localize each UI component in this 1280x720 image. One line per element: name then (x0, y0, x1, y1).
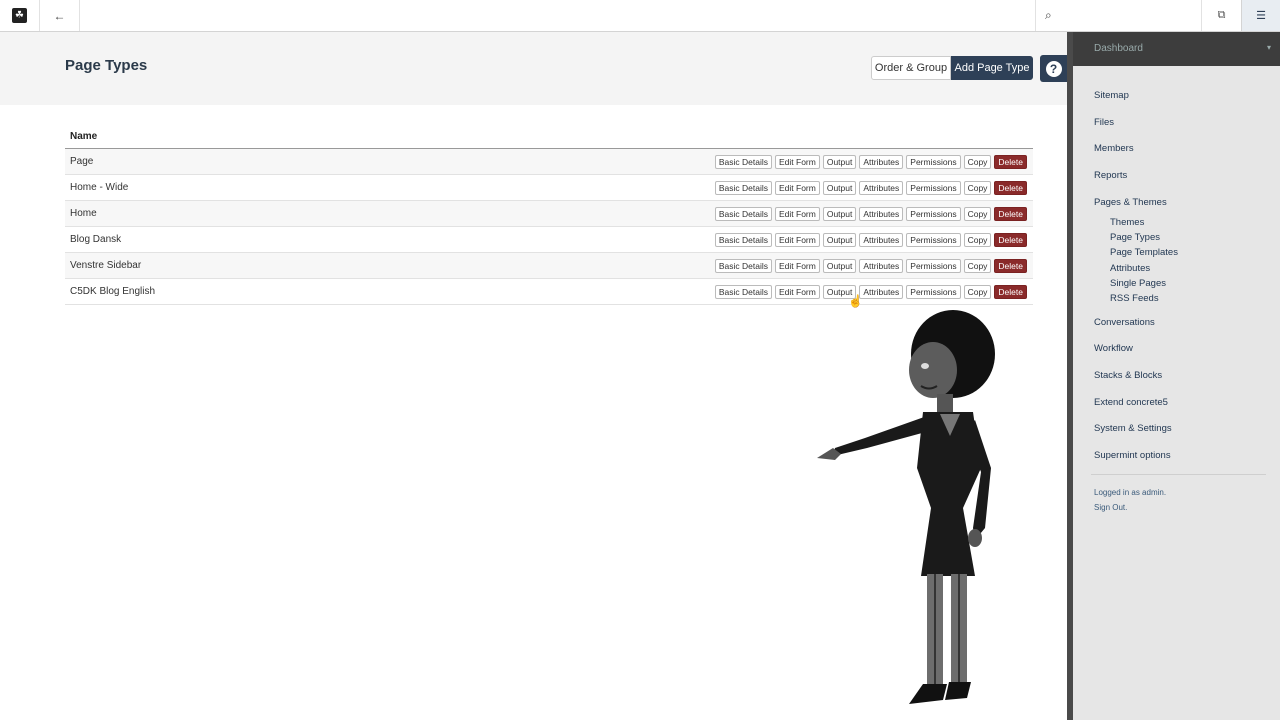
nav-sitemap[interactable]: Sitemap (1094, 90, 1129, 101)
concrete5-logo-button[interactable]: ☘ (0, 0, 40, 31)
nav-files[interactable]: Files (1094, 117, 1114, 128)
edit-form-button[interactable]: Edit Form (775, 181, 820, 195)
table-header: Name (65, 128, 1033, 149)
copy-icon: ⧉ (1217, 9, 1226, 21)
copy-button[interactable]: Copy (963, 233, 992, 247)
nav-stacks-blocks[interactable]: Stacks & Blocks (1094, 370, 1162, 381)
output-button[interactable]: Output (822, 207, 857, 221)
help-button[interactable]: ? (1040, 55, 1067, 82)
output-button[interactable]: Output (822, 155, 857, 169)
attributes-button[interactable]: Attributes (859, 233, 904, 247)
cartoon-presenter-figure (817, 310, 995, 704)
nav-supermint-options[interactable]: Supermint options (1094, 450, 1171, 461)
arrow-left-icon: ← (53, 8, 66, 23)
row-name: Home (70, 208, 97, 219)
edit-form-button[interactable]: Edit Form (775, 207, 820, 221)
search-input[interactable] (1057, 4, 1192, 27)
column-name-header: Name (70, 131, 98, 142)
edit-form-button[interactable]: Edit Form (775, 259, 820, 273)
nav-system-settings[interactable]: System & Settings (1094, 423, 1172, 434)
copy-button[interactable]: Copy (963, 259, 992, 273)
delete-button[interactable]: Delete (994, 207, 1027, 221)
output-button[interactable]: Output (822, 233, 857, 247)
permissions-button[interactable]: Permissions (906, 259, 961, 273)
delete-button[interactable]: Delete (994, 181, 1027, 195)
panel-title: Dashboard (1094, 43, 1143, 54)
dashboard-toggle-button[interactable]: ☰ (1241, 0, 1280, 31)
nav-themes[interactable]: Themes (1110, 217, 1144, 228)
nav-extend-concrete5[interactable]: Extend concrete5 (1094, 397, 1168, 408)
copy-button[interactable]: Copy (963, 155, 992, 169)
table-row: C5DK Blog English Basic Details Edit For… (65, 279, 1033, 305)
permissions-button[interactable]: Permissions (906, 155, 961, 169)
edit-form-button[interactable]: Edit Form (775, 155, 820, 169)
table-row: Home Basic Details Edit Form Output Attr… (65, 201, 1033, 227)
intelligent-search-button[interactable]: ⧉ (1201, 0, 1241, 31)
nav-reports[interactable]: Reports (1094, 170, 1127, 181)
copy-button[interactable]: Copy (963, 285, 992, 299)
dashboard-panel: Dashboard ▾ Sitemap Files Members Report… (1073, 32, 1280, 720)
nav-single-pages[interactable]: Single Pages (1110, 278, 1166, 289)
basic-details-button[interactable]: Basic Details (714, 259, 772, 273)
nav-rss-feeds[interactable]: RSS Feeds (1110, 293, 1159, 304)
edit-form-button[interactable]: Edit Form (775, 285, 820, 299)
delete-button[interactable]: Delete (994, 233, 1027, 247)
output-button[interactable]: Output (822, 259, 857, 273)
row-name: Page (70, 156, 94, 167)
row-name: Home - Wide (70, 182, 129, 193)
logged-in-text: Logged in as admin. (1094, 488, 1167, 497)
attributes-button[interactable]: Attributes (859, 181, 904, 195)
back-button[interactable]: ← (40, 0, 80, 31)
copy-button[interactable]: Copy (963, 207, 992, 221)
attributes-button[interactable]: Attributes (859, 155, 904, 169)
output-button[interactable]: Output (822, 181, 857, 195)
attributes-button[interactable]: Attributes (859, 285, 904, 299)
logo-icon: ☘ (12, 8, 27, 23)
attributes-button[interactable]: Attributes (859, 207, 904, 221)
table-row: Venstre Sidebar Basic Details Edit Form … (65, 253, 1033, 279)
panel-separator (1091, 474, 1266, 475)
panel-header[interactable]: Dashboard ▾ (1073, 32, 1280, 66)
row-name: C5DK Blog English (70, 286, 156, 297)
nav-page-templates[interactable]: Page Templates (1110, 247, 1178, 258)
nav-members[interactable]: Members (1094, 143, 1134, 154)
order-group-button[interactable]: Order & Group (871, 56, 951, 80)
permissions-button[interactable]: Permissions (906, 181, 961, 195)
basic-details-button[interactable]: Basic Details (714, 155, 772, 169)
basic-details-button[interactable]: Basic Details (714, 233, 772, 247)
row-name: Venstre Sidebar (70, 260, 142, 271)
sign-out-link[interactable]: Sign Out. (1094, 503, 1127, 512)
question-icon: ? (1045, 60, 1062, 77)
row-name: Blog Dansk (70, 234, 122, 245)
nav-attributes[interactable]: Attributes (1110, 263, 1150, 274)
nav-pages-themes[interactable]: Pages & Themes (1094, 197, 1167, 208)
sliders-icon: ☰ (1256, 10, 1266, 22)
copy-button[interactable]: Copy (963, 181, 992, 195)
attributes-button[interactable]: Attributes (859, 259, 904, 273)
nav-page-types[interactable]: Page Types (1110, 232, 1160, 243)
permissions-button[interactable]: Permissions (906, 207, 961, 221)
basic-details-button[interactable]: Basic Details (714, 207, 772, 221)
chevron-down-icon: ▾ (1266, 43, 1271, 52)
top-toolbar: ☘ ← ⌕ ⧉ ☰ (0, 0, 1280, 32)
table-row: Page Basic Details Edit Form Output Attr… (65, 149, 1033, 175)
basic-details-button[interactable]: Basic Details (714, 285, 772, 299)
nav-conversations[interactable]: Conversations (1094, 317, 1155, 328)
nav-workflow[interactable]: Workflow (1094, 343, 1133, 354)
table-row: Home - Wide Basic Details Edit Form Outp… (65, 175, 1033, 201)
add-page-type-button[interactable]: Add Page Type (951, 56, 1033, 80)
delete-button[interactable]: Delete (994, 285, 1027, 299)
table-row: Blog Dansk Basic Details Edit Form Outpu… (65, 227, 1033, 253)
search-box: ⌕ (1035, 0, 1201, 31)
basic-details-button[interactable]: Basic Details (714, 181, 772, 195)
search-icon: ⌕ (1045, 8, 1052, 22)
permissions-button[interactable]: Permissions (906, 233, 961, 247)
permissions-button[interactable]: Permissions (906, 285, 961, 299)
hand-cursor-icon: ☝ (848, 294, 863, 308)
delete-button[interactable]: Delete (994, 259, 1027, 273)
page-title: Page Types (65, 57, 148, 74)
delete-button[interactable]: Delete (994, 155, 1027, 169)
edit-form-button[interactable]: Edit Form (775, 233, 820, 247)
